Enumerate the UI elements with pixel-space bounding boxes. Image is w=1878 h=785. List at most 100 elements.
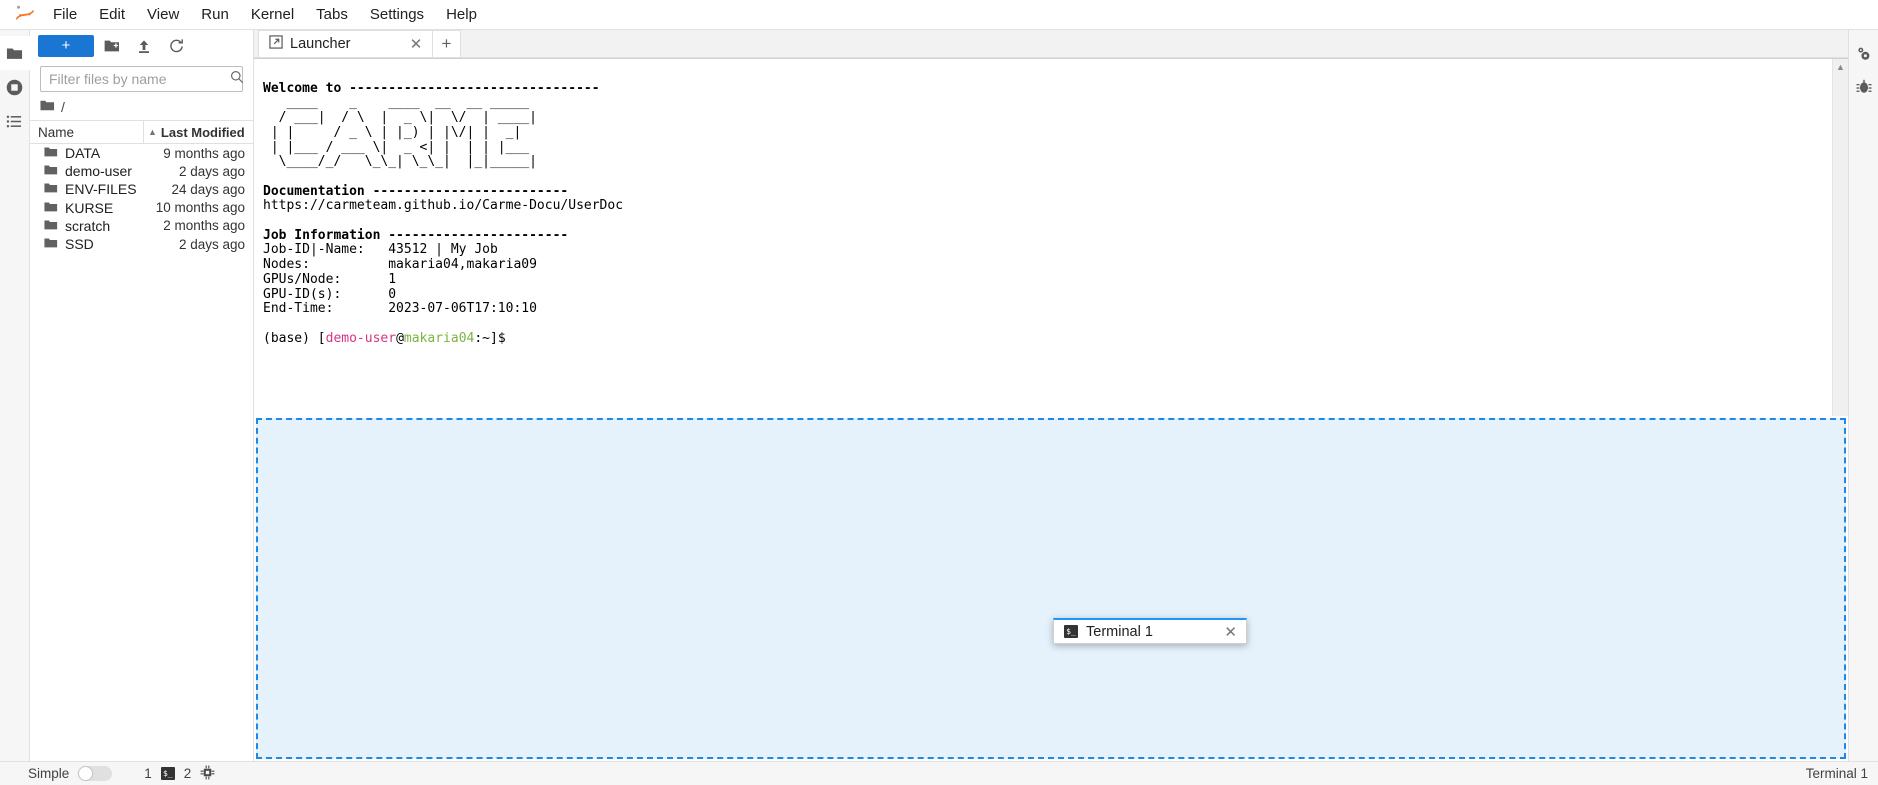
file-name: demo-user xyxy=(65,163,132,180)
simple-mode-label: Simple xyxy=(28,766,70,781)
scroll-up-icon[interactable]: ▲ xyxy=(1836,62,1845,72)
terminal-ascii-art-line: | | / _ \ | |_) | |\/| | _| xyxy=(263,124,537,140)
panel-wrapper: Welcome to -----------------------------… xyxy=(254,58,1848,761)
filter-files-field[interactable] xyxy=(40,66,244,92)
breadcrumb[interactable]: / xyxy=(30,94,253,120)
terminal-job-header: Job Information ----------------------- xyxy=(263,227,569,243)
close-icon[interactable]: ✕ xyxy=(1224,623,1237,641)
search-icon xyxy=(230,70,244,88)
terminal-count[interactable]: 2 xyxy=(184,766,192,781)
refresh-icon[interactable] xyxy=(162,34,190,58)
terminal-ascii-art-line: \____/_/ \_\_| \_\_| |_|_____| xyxy=(263,154,537,170)
menu-item-file[interactable]: File xyxy=(42,1,88,29)
folder-icon xyxy=(44,181,58,197)
jupyter-logo-icon xyxy=(8,2,42,28)
prompt-path: :~ xyxy=(474,330,491,346)
column-header-name[interactable]: Name xyxy=(38,125,143,140)
terminal-prompt: (base) [demo-user@makaria04:~]$ xyxy=(263,331,506,346)
property-inspector-icon[interactable] xyxy=(1849,36,1878,70)
file-browser-icon[interactable] xyxy=(0,36,30,70)
prompt-env: (base) xyxy=(263,330,318,346)
table-row[interactable]: scratch 2 months ago xyxy=(30,217,253,235)
file-name: SSD xyxy=(65,236,94,253)
terminal-ascii-art-line: ____ _ ____ __ __ _____ xyxy=(263,95,537,111)
menu-bar: File Edit View Run Kernel Tabs Settings … xyxy=(0,0,1878,30)
dragged-tab-terminal-1[interactable]: $_ Terminal 1 ✕ xyxy=(1053,618,1247,644)
prompt-user: demo-user xyxy=(325,330,397,346)
file-modified: 2 days ago xyxy=(178,236,245,252)
table-row[interactable]: SSD 2 days ago xyxy=(30,235,253,253)
prompt-bracket-close: ] xyxy=(490,330,498,346)
terminal-documentation-header: Documentation ------------------------- xyxy=(263,183,569,199)
file-modified: 24 days ago xyxy=(171,181,245,197)
dragged-tab-label: Terminal 1 xyxy=(1086,623,1153,640)
menu-item-help[interactable]: Help xyxy=(435,1,488,29)
tab-launcher[interactable]: Launcher ✕ xyxy=(258,30,433,57)
terminal-ascii-art-line: | |___ / ___ \| _ <| | | | |___ xyxy=(263,139,537,155)
folder-icon xyxy=(44,145,58,161)
table-of-contents-icon[interactable] xyxy=(0,104,30,138)
close-icon[interactable]: ✕ xyxy=(408,35,424,53)
new-tab-button[interactable]: + xyxy=(433,30,461,57)
toggle-knob xyxy=(79,767,93,780)
sort-ascending-icon: ▲ xyxy=(148,127,157,137)
tab-drop-zone[interactable] xyxy=(256,418,1846,759)
terminal-icon[interactable]: $_ xyxy=(160,767,175,780)
new-launcher-button[interactable]: + xyxy=(38,35,94,57)
terminal-welcome-line: Welcome to -----------------------------… xyxy=(263,80,600,96)
file-list-header: Name ▲ Last Modified xyxy=(30,120,253,144)
column-header-last-modified[interactable]: ▲ Last Modified xyxy=(143,121,253,143)
status-bar: Simple 1 $_ 2 Terminal 1 xyxy=(0,761,1878,785)
tab-bar: Launcher ✕ + xyxy=(254,30,1848,58)
dock-area: Launcher ✕ + Welcome to ----------------… xyxy=(254,30,1848,761)
table-row[interactable]: ENV-FILES 24 days ago xyxy=(30,180,253,198)
file-name: ENV-FILES xyxy=(65,181,137,198)
file-name: DATA xyxy=(65,145,101,162)
table-row[interactable]: KURSE 10 months ago xyxy=(30,199,253,217)
table-row[interactable]: demo-user 2 days ago xyxy=(30,162,253,180)
debugger-icon[interactable] xyxy=(1849,70,1878,104)
kernel-count[interactable]: 1 xyxy=(144,766,152,781)
folder-icon xyxy=(40,99,55,115)
upload-icon[interactable] xyxy=(130,34,158,58)
menu-item-settings[interactable]: Settings xyxy=(359,1,435,29)
simple-mode-toggle[interactable] xyxy=(78,766,113,781)
cpu-icon[interactable] xyxy=(200,765,215,783)
file-modified: 10 months ago xyxy=(155,200,245,216)
folder-icon xyxy=(44,200,58,216)
terminal-job-field-gpus: GPUs/Node: 1 xyxy=(263,271,397,287)
menu-item-tabs[interactable]: Tabs xyxy=(305,1,359,29)
table-row[interactable]: DATA 9 months ago xyxy=(30,144,253,162)
terminal-ascii-art-line: / ___| / \ | _ \| \/ | ____| xyxy=(263,110,537,126)
right-activity-bar xyxy=(1848,30,1878,761)
breadcrumb-path: / xyxy=(61,99,65,115)
new-folder-icon[interactable] xyxy=(98,34,126,58)
terminal-job-field-jobid: Job-ID|-Name: 43512 | My Job xyxy=(263,242,498,258)
terminal-job-field-gpuids: GPU-ID(s): 0 xyxy=(263,286,397,302)
folder-icon xyxy=(44,163,58,179)
search-input[interactable] xyxy=(49,71,230,87)
prompt-bracket-open: [ xyxy=(317,330,326,346)
terminal-scrollbar[interactable]: ▲ xyxy=(1832,59,1848,416)
terminal-job-field-endtime: End-Time: 2023-07-06T17:10:10 xyxy=(263,301,537,317)
menu-item-kernel[interactable]: Kernel xyxy=(240,1,305,29)
terminal-icon: $_ xyxy=(1064,625,1078,638)
status-bar-left: Simple 1 $_ 2 xyxy=(28,765,215,783)
folder-icon xyxy=(44,236,58,252)
menu-item-run[interactable]: Run xyxy=(190,1,240,29)
file-modified: 9 months ago xyxy=(163,145,245,161)
running-sessions-icon[interactable] xyxy=(0,70,30,104)
file-browser-toolbar: + xyxy=(30,30,253,62)
column-header-last-modified-label: Last Modified xyxy=(160,124,245,140)
menu-item-view[interactable]: View xyxy=(136,1,190,29)
file-name: KURSE xyxy=(65,199,114,216)
status-bar-active-document[interactable]: Terminal 1 xyxy=(1806,766,1868,781)
prompt-host: makaria04 xyxy=(403,330,475,346)
main-body: + Filter files by name / Name ▲ Last Mod… xyxy=(0,30,1878,761)
menu-item-edit[interactable]: Edit xyxy=(88,1,136,29)
terminal-documentation-url: https://carmeteam.github.io/Carme-Docu/U… xyxy=(263,198,624,214)
terminal-job-field-nodes: Nodes: makaria04,makaria09 xyxy=(263,257,537,273)
terminal-output[interactable]: Welcome to -----------------------------… xyxy=(254,59,1832,416)
jupyterlab-app: File Edit View Run Kernel Tabs Settings … xyxy=(0,0,1878,785)
left-activity-bar xyxy=(0,30,30,761)
